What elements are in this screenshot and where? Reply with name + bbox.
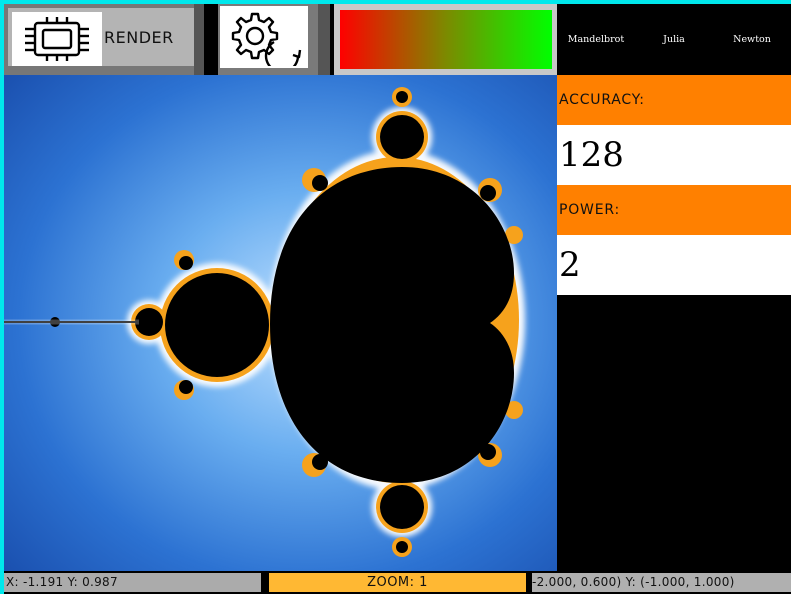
gear-refresh-icon	[220, 6, 308, 68]
toolbar-separator	[318, 4, 330, 75]
fractal-canvas[interactable]	[4, 75, 557, 571]
accuracy-label: ACCURACY:	[557, 75, 791, 125]
settings-panel: ACCURACY: 128 POWER: 2	[557, 75, 791, 571]
power-label: POWER:	[557, 185, 791, 235]
toolbar: RENDER	[4, 4, 557, 75]
gradient-bar	[340, 10, 552, 69]
zoom-level: ZOOM: 1	[269, 573, 526, 592]
cpu-chip-icon	[12, 12, 102, 66]
fractal-type-tabs: Mandelbrot Julia Newton	[557, 4, 791, 75]
settings-button[interactable]	[218, 4, 318, 75]
power-input[interactable]: 2	[557, 235, 791, 295]
toolbar-separator	[194, 4, 204, 75]
color-gradient-picker[interactable]	[334, 4, 557, 75]
tab-newton[interactable]: Newton	[713, 4, 791, 75]
render-button[interactable]: RENDER	[4, 4, 194, 75]
render-button-label: RENDER	[104, 28, 174, 47]
tab-julia[interactable]: Julia	[635, 4, 713, 75]
tab-mandelbrot[interactable]: Mandelbrot	[557, 4, 635, 75]
view-range: X: (-2.000, 0.600) Y: (-1.000, 1.000)	[532, 573, 791, 592]
cursor-coordinates: X: -1.191 Y: 0.987	[4, 573, 261, 592]
accuracy-input[interactable]: 128	[557, 125, 791, 185]
status-bar: X: -1.191 Y: 0.987 ZOOM: 1 X: (-2.000, 0…	[4, 571, 791, 594]
